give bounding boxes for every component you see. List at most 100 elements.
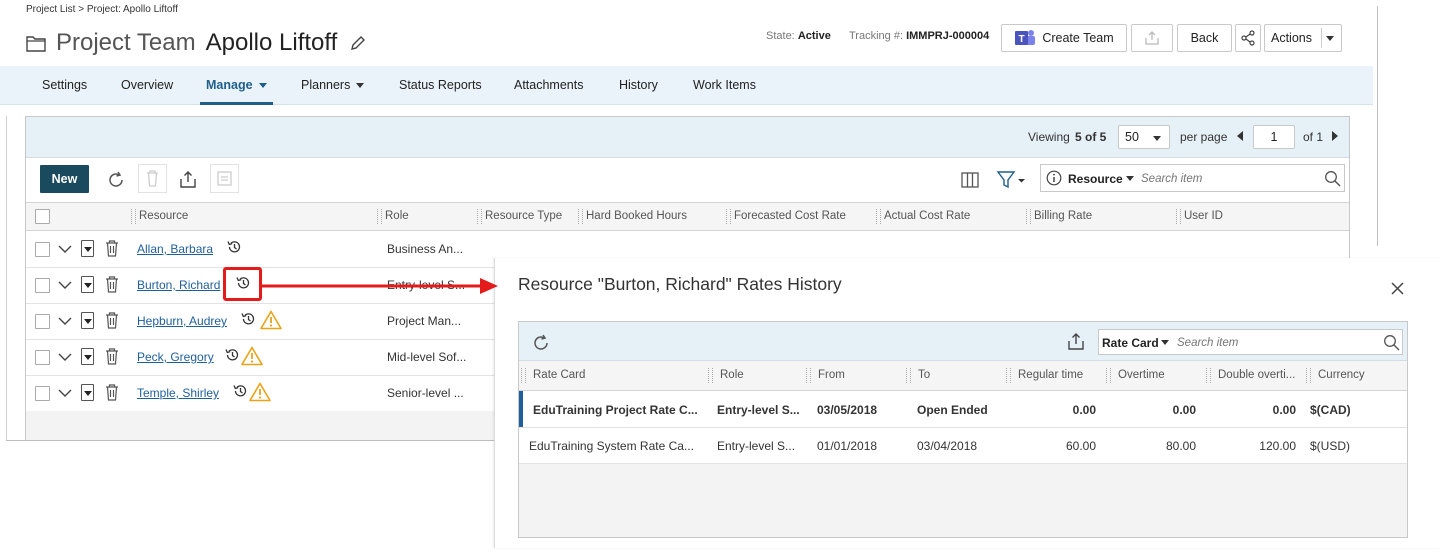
delete-button[interactable] — [138, 164, 167, 193]
chevron-down-icon — [258, 83, 267, 89]
refresh-icon[interactable] — [106, 170, 126, 190]
state-value: Active — [797, 30, 831, 42]
rates-row[interactable]: EduTraining Project Rate C... Entry-leve… — [519, 391, 1407, 428]
breadcrumb[interactable]: Project List > Project: Apollo Liftoff — [26, 4, 178, 15]
column-header-hard-booked-hours[interactable]: Hard Booked Hours — [578, 203, 726, 230]
rates-row[interactable]: EduTraining System Rate Ca... Entry-leve… — [519, 428, 1407, 464]
tab-attachments[interactable]: Attachments — [514, 66, 583, 104]
column-header-user-id[interactable]: User ID — [1176, 203, 1326, 230]
row-menu-button[interactable] — [81, 384, 94, 401]
rates-column-header-currency[interactable]: Currency — [1304, 361, 1407, 390]
trash-icon[interactable] — [105, 384, 119, 401]
create-team-button[interactable]: T Create Team — [1001, 24, 1127, 52]
resource-link[interactable]: Peck, Gregory — [137, 350, 214, 364]
trash-icon[interactable] — [105, 312, 119, 329]
rate-to-cell: 03/04/2018 — [917, 439, 978, 453]
rates-column-header-from[interactable]: From — [804, 361, 904, 390]
export-icon[interactable] — [178, 170, 198, 190]
prev-page-icon[interactable] — [1237, 131, 1243, 141]
bulk-edit-button[interactable] — [210, 164, 239, 193]
select-all-checkbox[interactable] — [35, 209, 50, 224]
filter-icon[interactable] — [996, 170, 1028, 190]
rate-currency-cell: $(USD) — [1310, 439, 1351, 453]
next-page-icon[interactable] — [1332, 131, 1338, 141]
pencil-icon[interactable] — [349, 34, 367, 52]
state-label: State: — [766, 30, 795, 42]
row-checkbox[interactable] — [35, 314, 50, 329]
rates-search-field-select[interactable]: Rate Card — [1102, 336, 1159, 350]
tab-overview[interactable]: Overview — [121, 66, 173, 104]
row-checkbox[interactable] — [35, 278, 50, 293]
rates-column-header-regular-time[interactable]: Regular time — [1004, 361, 1104, 390]
page-input[interactable]: 1 — [1253, 125, 1295, 149]
search-box: Resource — [1040, 164, 1345, 192]
search-icon[interactable] — [1324, 170, 1341, 187]
row-checkbox[interactable] — [35, 350, 50, 365]
page-title-row: Project Team Apollo Liftoff — [26, 28, 367, 58]
search-field-select[interactable]: Resource — [1068, 172, 1123, 186]
column-header-role[interactable]: Role — [377, 203, 477, 230]
trash-icon[interactable] — [105, 348, 119, 365]
chevron-down-icon[interactable] — [58, 316, 72, 326]
refresh-icon[interactable] — [531, 333, 551, 353]
row-menu-button[interactable] — [81, 276, 94, 293]
tab-work-items[interactable]: Work Items — [693, 66, 756, 104]
tab-status-reports[interactable]: Status Reports — [399, 66, 482, 104]
rates-search-input[interactable] — [1175, 332, 1374, 354]
resource-link[interactable]: Allan, Barbara — [137, 242, 213, 256]
chevron-down-icon[interactable] — [58, 352, 72, 362]
resource-link[interactable]: Hepburn, Audrey — [137, 314, 227, 328]
tab-planners[interactable]: Planners — [301, 66, 365, 104]
trash-icon[interactable] — [105, 240, 119, 257]
new-button[interactable]: New — [40, 165, 89, 193]
per-page-select[interactable]: 50 — [1118, 125, 1170, 149]
column-header-resource-type[interactable]: Resource Type — [477, 203, 578, 230]
rate-history-icon[interactable] — [240, 311, 256, 327]
chevron-down-icon[interactable] — [58, 280, 72, 290]
export-icon[interactable] — [1066, 332, 1086, 352]
column-header-billing-rate[interactable]: Billing Rate — [1026, 203, 1176, 230]
actions-dropdown[interactable]: Actions — [1264, 24, 1342, 52]
rate-history-icon[interactable] — [224, 347, 240, 363]
grid-header: Resource Role Resource Type Hard Booked … — [26, 202, 1349, 231]
trash-icon[interactable] — [105, 276, 119, 293]
resource-link[interactable]: Burton, Richard — [137, 278, 220, 292]
column-header-actual-cost-rate[interactable]: Actual Cost Rate — [876, 203, 1026, 230]
columns-icon[interactable] — [960, 170, 980, 190]
column-header-resource[interactable]: Resource — [131, 203, 377, 230]
column-header-forecasted-cost-rate[interactable]: Forecasted Cost Rate — [726, 203, 876, 230]
rates-column-header-double-overtime[interactable]: Double overti... — [1204, 361, 1304, 390]
rates-column-header-to[interactable]: To — [904, 361, 1004, 390]
close-icon[interactable] — [1390, 281, 1405, 296]
rate-history-icon[interactable] — [232, 383, 248, 399]
search-input[interactable] — [1139, 168, 1318, 190]
row-checkbox[interactable] — [35, 242, 50, 257]
chevron-down-icon[interactable] — [58, 244, 72, 254]
rates-column-header-rate-card[interactable]: Rate Card — [519, 361, 706, 390]
tab-history[interactable]: History — [619, 66, 658, 104]
arrow-annotation — [262, 278, 498, 294]
rates-column-header-role[interactable]: Role — [706, 361, 804, 390]
row-menu-button[interactable] — [81, 240, 94, 257]
resource-link[interactable]: Temple, Shirley — [137, 386, 219, 400]
tab-settings[interactable]: Settings — [42, 66, 87, 104]
rates-column-header-overtime[interactable]: Overtime — [1104, 361, 1204, 390]
rates-search-box: Rate Card — [1098, 329, 1403, 355]
rate-regular-cell: 60.00 — [1065, 439, 1096, 453]
tab-manage[interactable]: Manage — [200, 66, 273, 105]
row-menu-button[interactable] — [81, 312, 94, 329]
search-icon[interactable] — [1383, 334, 1400, 351]
info-icon[interactable] — [1046, 170, 1062, 186]
tab-manage-label: Manage — [206, 78, 253, 92]
page-title-prefix: Project Team — [56, 29, 196, 56]
trash-icon — [147, 170, 158, 187]
rate-history-icon[interactable] — [226, 239, 242, 255]
row-checkbox[interactable] — [35, 386, 50, 401]
rate-double-cell: 0.00 — [1272, 403, 1296, 417]
chevron-down-icon[interactable] — [58, 388, 72, 398]
share-button[interactable] — [1235, 24, 1261, 52]
rate-card-cell: EduTraining Project Rate C... — [533, 403, 698, 417]
back-button[interactable]: Back — [1177, 24, 1232, 52]
share-disabled-button[interactable] — [1131, 24, 1173, 52]
row-menu-button[interactable] — [81, 348, 94, 365]
